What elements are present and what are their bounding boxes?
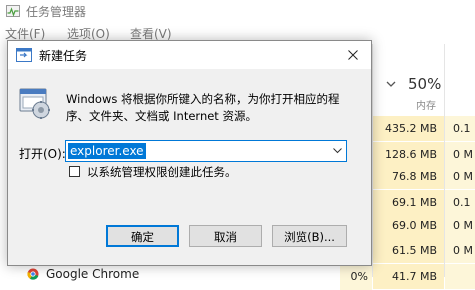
run-program-icon (19, 88, 50, 119)
dialog-title: 新建任务 (39, 49, 88, 63)
run-dialog-icon (16, 48, 32, 62)
process-name[interactable]: Google Chrome (46, 267, 139, 281)
chevron-down-icon (332, 148, 342, 154)
memory-cell: 435.2 MB (373, 116, 444, 142)
admin-checkbox[interactable] (69, 166, 80, 177)
network-cell (445, 264, 475, 290)
task-manager-titlebar: 任务管理器 (0, 0, 475, 22)
memory-column-percent[interactable]: 50% (408, 75, 441, 93)
dialog-description: Windows 将根据你所键入的名称，为你打开相应的程序、文件夹、文档或 Int… (66, 92, 340, 123)
close-button[interactable] (338, 41, 368, 69)
open-dropdown-button[interactable] (328, 141, 346, 161)
admin-checkbox-label[interactable]: 以系统管理权限创建此任务。 (87, 164, 237, 180)
memory-cell: 61.5 MB (373, 238, 444, 264)
network-cell: 0.1 M (445, 116, 475, 142)
task-manager-app-icon (6, 5, 20, 17)
memory-cell: 76.8 MB (373, 164, 444, 190)
memory-cell: 69.0 MB (373, 213, 444, 239)
network-cell: 0 M (445, 164, 475, 190)
new-task-dialog: 新建任务 Windows 将根据你所键入的名称，为你打开相应的程序、文件夹、文档… (7, 40, 372, 266)
network-cell: 0 M (445, 213, 475, 239)
open-combobox[interactable]: explorer.exe (65, 140, 347, 162)
ok-button[interactable]: 确定 (106, 225, 179, 247)
open-input[interactable]: explorer.exe (68, 143, 146, 159)
task-manager-menubar: 文件(F) 选项(O) 查看(V) (0, 22, 475, 42)
sort-chevron-down-icon[interactable] (386, 80, 396, 88)
memory-column-label[interactable]: 内存 (416, 97, 436, 112)
task-manager-title: 任务管理器 (26, 5, 87, 19)
chrome-icon (27, 268, 39, 280)
close-icon (348, 50, 358, 60)
network-cell: 0 M (445, 238, 475, 264)
browse-button[interactable]: 浏览(B)... (272, 225, 347, 247)
dialog-titlebar[interactable]: 新建任务 (8, 41, 371, 69)
cancel-button[interactable]: 取消 (189, 225, 262, 247)
cpu-cell: 0% (340, 264, 372, 290)
open-label: 打开(O): (19, 147, 66, 161)
memory-cell: 41.7 MB (373, 264, 444, 290)
